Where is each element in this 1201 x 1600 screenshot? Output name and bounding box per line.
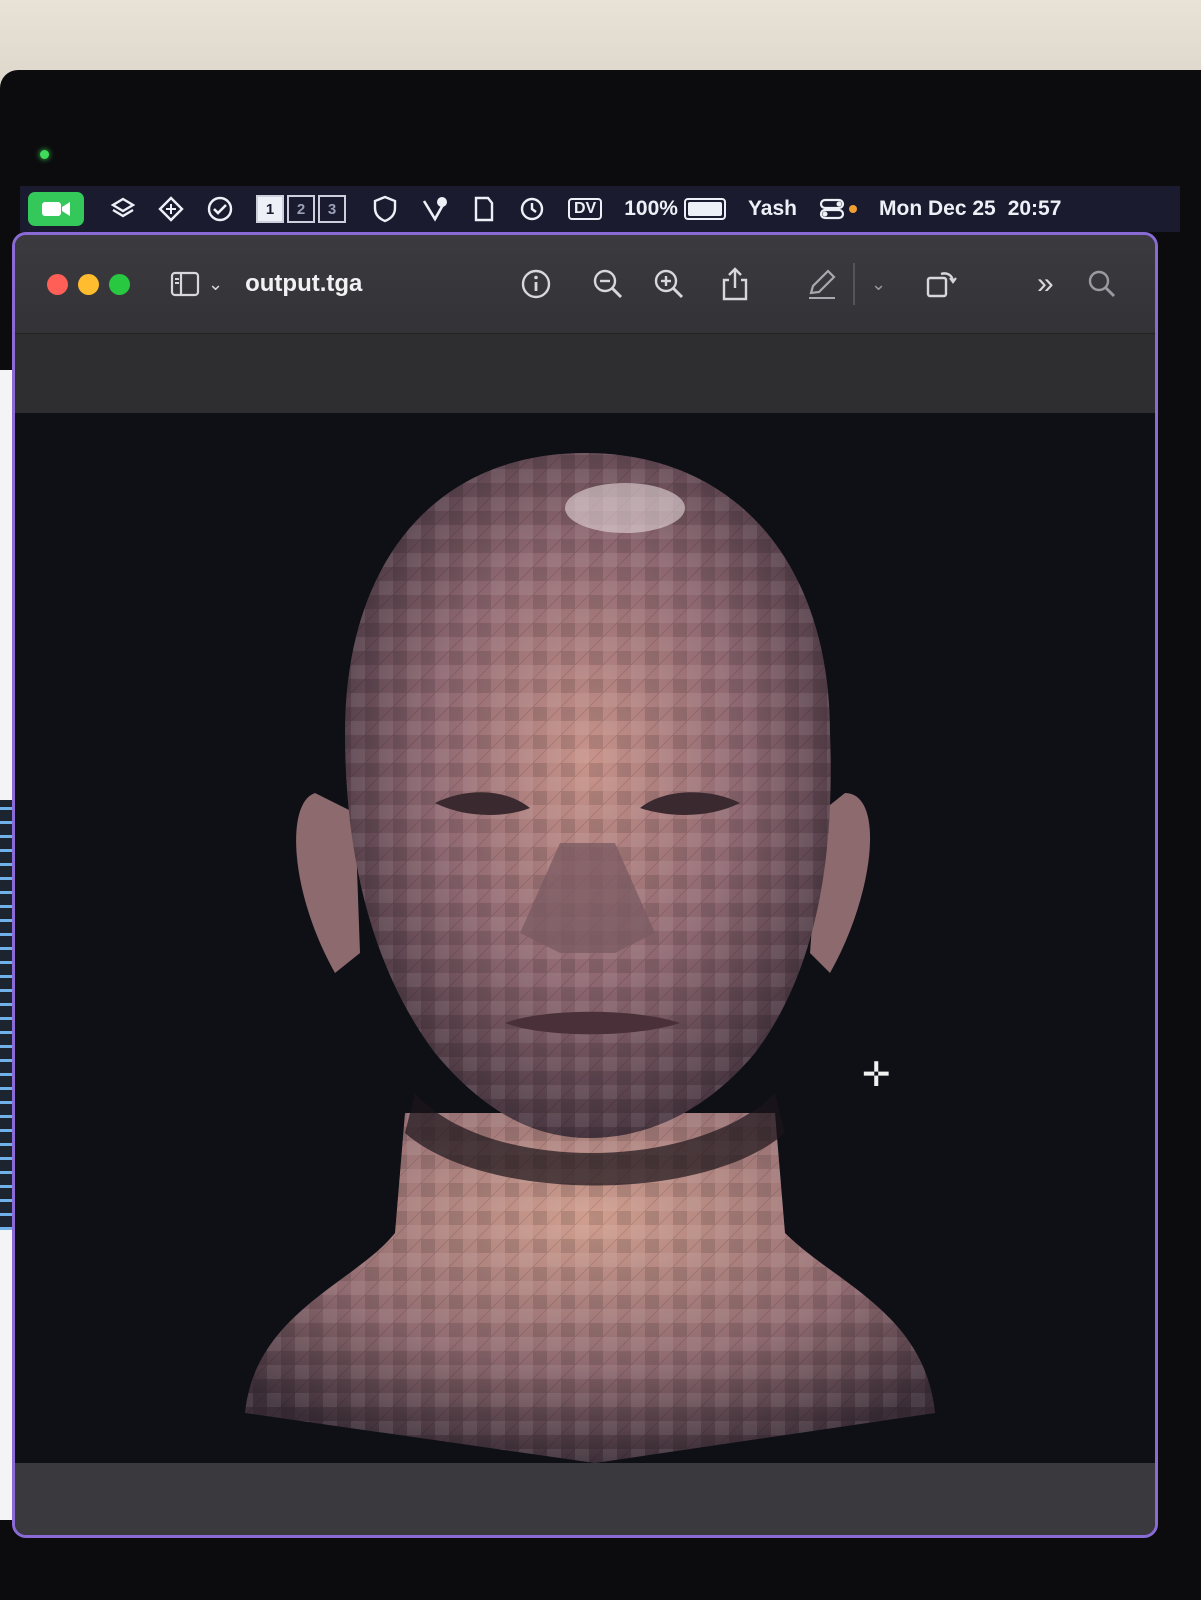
more-chevrons-icon[interactable]: » — [1037, 267, 1054, 301]
minimize-button[interactable] — [78, 273, 99, 295]
search-icon[interactable] — [1087, 269, 1117, 299]
menu-bar: 1 2 3 DV 100% Yash Mon Dec 25 20:57 — [20, 186, 1180, 232]
battery-status[interactable]: 100% — [624, 197, 726, 221]
chevron-down-icon[interactable]: ⌄ — [208, 274, 223, 295]
preview-window: ⌄ output.tga ⌄ » — [12, 232, 1158, 1538]
zoom-button[interactable] — [109, 273, 130, 295]
clock-time[interactable]: 20:57 — [1008, 197, 1062, 221]
dv-status-item[interactable]: DV — [568, 198, 603, 220]
space-2[interactable]: 2 — [287, 195, 315, 223]
image-canvas[interactable] — [15, 413, 1155, 1463]
control-center-icon[interactable] — [819, 197, 857, 221]
layers-icon[interactable] — [110, 196, 136, 222]
rotate-icon[interactable] — [923, 266, 959, 302]
battery-percent: 100% — [624, 197, 678, 220]
traffic-lights — [47, 273, 130, 295]
spaces-indicator[interactable]: 1 2 3 — [256, 195, 346, 223]
recording-dot — [849, 205, 857, 213]
info-icon[interactable] — [520, 268, 552, 300]
battery-icon — [683, 198, 726, 220]
shield-icon[interactable] — [372, 195, 398, 223]
window-title: output.tga — [245, 270, 363, 297]
heart-check-icon[interactable] — [420, 195, 450, 223]
markup-chevron-icon[interactable]: ⌄ — [871, 274, 886, 295]
markup-pen-icon[interactable] — [805, 267, 839, 301]
close-button[interactable] — [47, 273, 68, 295]
toolbar-divider — [853, 263, 855, 305]
checkmark-circle-icon[interactable] — [206, 195, 234, 223]
toolbar-strip — [15, 334, 1155, 414]
clock-history-icon[interactable] — [518, 195, 546, 223]
zoom-out-icon[interactable] — [592, 268, 624, 300]
facetime-camera-icon[interactable] — [28, 192, 84, 226]
share-icon[interactable] — [720, 266, 750, 302]
zoom-in-icon[interactable] — [653, 268, 685, 300]
window-bottom-bar — [15, 1463, 1155, 1535]
rendered-head-image — [245, 453, 935, 1463]
space-3[interactable]: 3 — [318, 195, 346, 223]
user-name[interactable]: Yash — [748, 197, 797, 221]
clock-date[interactable]: Mon Dec 25 — [879, 197, 996, 221]
diamond-app-icon[interactable] — [158, 196, 184, 222]
sidebar-toggle-icon[interactable] — [170, 270, 204, 298]
camera-indicator-light — [40, 150, 49, 159]
crosshair-cursor-icon: ✛ — [862, 1056, 891, 1094]
document-app-icon[interactable] — [472, 195, 496, 223]
space-1[interactable]: 1 — [256, 195, 284, 223]
window-toolbar: ⌄ output.tga ⌄ » — [15, 235, 1155, 334]
